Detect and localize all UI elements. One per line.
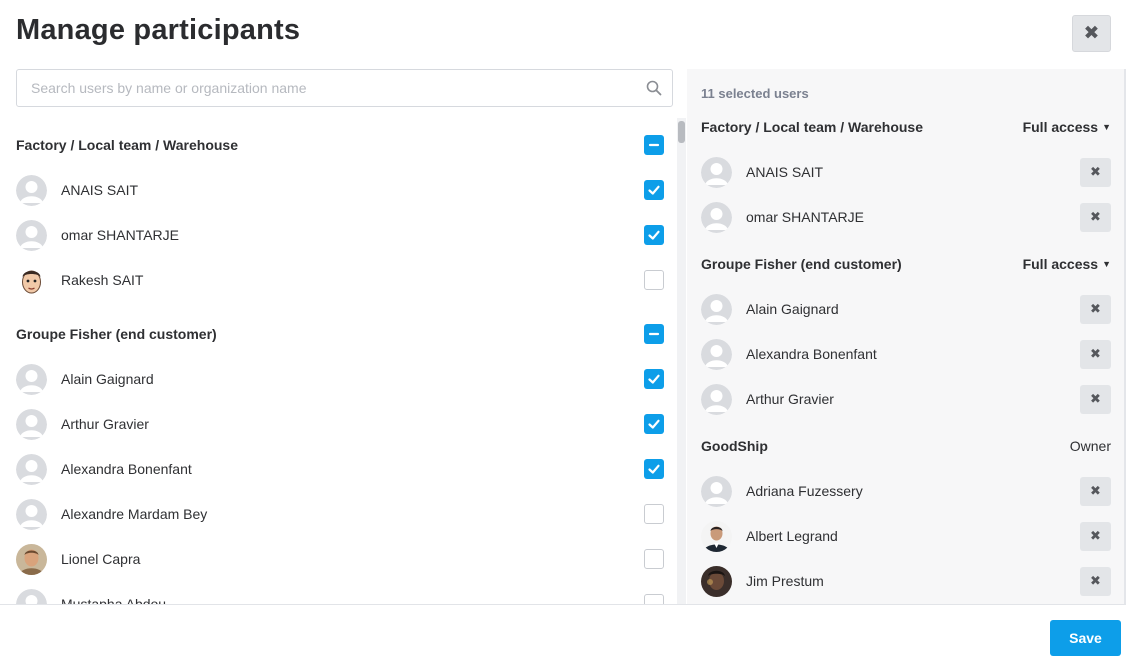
user-name: omar SHANTARJE <box>61 227 179 243</box>
selected-user-row: Alain Gaignard ✖ <box>701 289 1111 329</box>
selected-user-row: Arthur Gravier ✖ <box>701 379 1111 419</box>
default-avatar-icon <box>16 408 47 440</box>
selected-group-row: GoodShip Owner <box>701 426 1111 466</box>
selected-group-row: Groupe Fisher (end customer) Full access… <box>701 244 1111 284</box>
user-list: Factory / Local team / Warehouse ANAIS S… <box>0 118 676 604</box>
remove-user-button[interactable]: ✖ <box>1080 294 1111 324</box>
user-name: Alain Gaignard <box>61 371 154 387</box>
modal-title: Manage participants <box>16 14 301 46</box>
selected-user-row: Albert Legrand ✖ <box>701 516 1111 556</box>
user-checkbox[interactable] <box>644 504 664 524</box>
user-checkbox[interactable] <box>644 225 664 245</box>
selected-user-row: Adriana Fuzessery ✖ <box>701 471 1111 511</box>
user-name: Alexandra Bonenfant <box>746 346 877 362</box>
user-row[interactable]: Alexandra Bonenfant <box>16 449 664 489</box>
default-avatar-icon <box>16 453 47 485</box>
default-avatar-icon <box>701 201 732 233</box>
user-name: Albert Legrand <box>746 528 838 544</box>
user-name: ANAIS SAIT <box>61 182 139 198</box>
access-label-static: Owner <box>1070 438 1111 454</box>
cartoon-face-avatar-icon <box>16 264 47 296</box>
group-partial-checkbox[interactable] <box>644 135 664 155</box>
user-checkbox[interactable] <box>644 270 664 290</box>
default-avatar-icon <box>16 498 47 530</box>
selected-user-row: omar SHANTARJE ✖ <box>701 197 1111 237</box>
remove-user-button[interactable]: ✖ <box>1080 566 1111 596</box>
user-checkbox[interactable] <box>644 369 664 389</box>
user-name: Adriana Fuzessery <box>746 483 863 499</box>
user-row[interactable]: Mustapha Abdou <box>16 584 664 604</box>
user-checkbox[interactable] <box>644 414 664 434</box>
photo-avatar-icon <box>16 543 47 575</box>
user-name: Mustapha Abdou <box>61 596 167 604</box>
remove-user-button[interactable]: ✖ <box>1080 476 1111 506</box>
group-partial-checkbox[interactable] <box>644 324 664 344</box>
user-name: Lionel Capra <box>61 551 141 567</box>
default-avatar-icon <box>16 219 47 251</box>
default-avatar-icon <box>16 174 47 206</box>
remove-user-button[interactable]: ✖ <box>1080 339 1111 369</box>
close-icon: ✖ <box>1083 23 1100 44</box>
user-row[interactable]: Alain Gaignard <box>16 359 664 399</box>
user-name: ANAIS SAIT <box>746 164 824 180</box>
user-row[interactable]: Rakesh SAIT <box>16 260 664 300</box>
access-dropdown[interactable]: Full access ▼ <box>1023 119 1111 135</box>
remove-user-button[interactable]: ✖ <box>1080 521 1111 551</box>
user-row[interactable]: Arthur Gravier <box>16 404 664 444</box>
photo-avatar-icon <box>701 520 732 552</box>
user-checkbox[interactable] <box>644 459 664 479</box>
user-name: Alain Gaignard <box>746 301 839 317</box>
user-name: omar SHANTARJE <box>746 209 864 225</box>
default-avatar-icon <box>701 338 732 370</box>
user-checkbox[interactable] <box>644 594 664 604</box>
default-avatar-icon <box>16 588 47 604</box>
photo-avatar-icon <box>701 565 732 597</box>
search-icon[interactable] <box>646 80 662 96</box>
remove-user-button[interactable]: ✖ <box>1080 384 1111 414</box>
remove-user-button[interactable]: ✖ <box>1080 157 1111 187</box>
selected-users-panel: 11 selected users Factory / Local team /… <box>687 69 1126 604</box>
user-checkbox[interactable] <box>644 180 664 200</box>
search-input[interactable] <box>17 70 637 106</box>
left-scrollbar[interactable] <box>677 118 686 604</box>
group-row[interactable]: Factory / Local team / Warehouse <box>16 125 664 165</box>
selected-user-row: Jim Prestum ✖ <box>701 561 1111 601</box>
group-name: Factory / Local team / Warehouse <box>16 137 238 153</box>
default-avatar-icon <box>701 383 732 415</box>
caret-down-icon: ▼ <box>1102 259 1111 269</box>
default-avatar-icon <box>16 363 47 395</box>
access-label: Full access <box>1022 119 1099 135</box>
caret-down-icon: ▼ <box>1102 122 1111 132</box>
search-box <box>16 69 673 107</box>
user-row[interactable]: Alexandre Mardam Bey <box>16 494 664 534</box>
user-name: Alexandre Mardam Bey <box>61 506 208 522</box>
access-label: Full access <box>1022 256 1099 272</box>
user-name: Arthur Gravier <box>61 416 149 432</box>
user-name: Jim Prestum <box>746 573 824 589</box>
user-name: Arthur Gravier <box>746 391 834 407</box>
scrollbar-thumb[interactable] <box>678 121 685 143</box>
access-label: Owner <box>1069 438 1111 454</box>
group-name: GoodShip <box>701 438 768 454</box>
selected-user-row: ANAIS SAIT ✖ <box>701 152 1111 192</box>
group-name: Groupe Fisher (end customer) <box>16 326 217 342</box>
close-button[interactable]: ✖ <box>1072 15 1111 52</box>
group-row[interactable]: Groupe Fisher (end customer) <box>16 314 664 354</box>
selected-user-row: Alexandra Bonenfant ✖ <box>701 334 1111 374</box>
user-name: Alexandra Bonenfant <box>61 461 192 477</box>
default-avatar-icon <box>701 475 732 507</box>
selected-group-row: Factory / Local team / Warehouse Full ac… <box>701 107 1111 147</box>
user-name: Rakesh SAIT <box>61 272 144 288</box>
default-avatar-icon <box>701 293 732 325</box>
access-dropdown[interactable]: Full access ▼ <box>1023 256 1111 272</box>
selected-count: 11 selected users <box>701 86 809 101</box>
user-checkbox[interactable] <box>644 549 664 569</box>
remove-user-button[interactable]: ✖ <box>1080 202 1111 232</box>
save-button[interactable]: Save <box>1050 620 1121 656</box>
user-row[interactable]: omar SHANTARJE <box>16 215 664 255</box>
user-row[interactable]: Lionel Capra <box>16 539 664 579</box>
user-row[interactable]: ANAIS SAIT <box>16 170 664 210</box>
modal-footer: Save <box>0 604 1126 666</box>
default-avatar-icon <box>701 156 732 188</box>
